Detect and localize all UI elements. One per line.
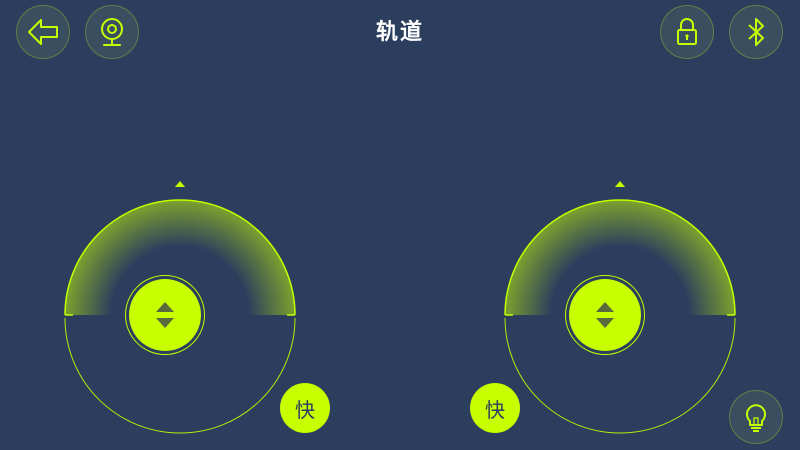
- forward-indicator-icon: [615, 181, 625, 187]
- light-button[interactable]: [729, 390, 783, 444]
- right-joystick-knob[interactable]: [565, 275, 645, 355]
- left-joystick-knob[interactable]: [125, 275, 205, 355]
- forward-indicator-icon: [175, 181, 185, 187]
- lock-button[interactable]: [660, 5, 714, 59]
- light-bulb-icon: [746, 404, 766, 432]
- bluetooth-button[interactable]: [729, 5, 783, 59]
- lock-icon: [677, 18, 697, 45]
- up-down-arrows-icon: [596, 302, 614, 328]
- up-down-arrows-icon: [156, 302, 174, 328]
- right-speed-button[interactable]: 快: [470, 383, 520, 433]
- left-speed-button[interactable]: 快: [280, 383, 330, 433]
- bluetooth-icon: [748, 18, 764, 46]
